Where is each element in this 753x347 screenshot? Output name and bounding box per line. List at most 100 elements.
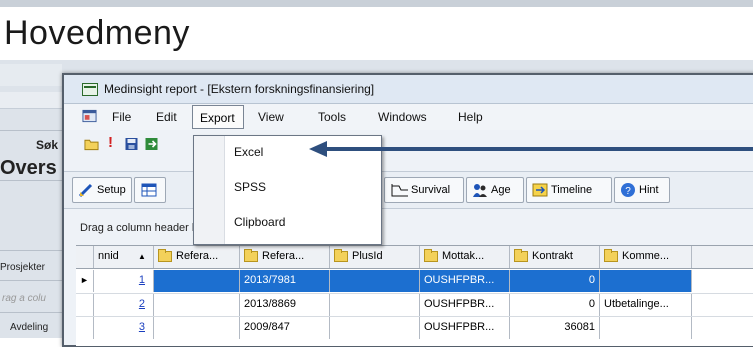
menu-file[interactable]: File [112,110,131,124]
folder-icon [424,249,438,262]
column-header-kontrakt[interactable]: Kontrakt [510,246,600,268]
cell-plusid[interactable] [330,317,420,339]
svg-text:?: ? [625,186,631,197]
cell-kontrakt[interactable]: 36081 [510,317,600,339]
cell-text: 2009/847 [244,321,290,333]
column-header-mottaker[interactable]: Mottak... [420,246,510,268]
menu-export[interactable]: Export [192,105,244,129]
export-icon[interactable] [144,137,159,151]
menu-item-excel[interactable]: Excel [234,145,263,159]
menu-tools[interactable]: Tools [318,110,346,124]
current-row-arrow-icon: ► [80,275,89,285]
column-header-label: Refera... [262,250,305,262]
cell-kommentar[interactable] [600,270,692,292]
column-header-label: Kontrakt [532,250,573,262]
cell-kommentar[interactable] [600,317,692,339]
cell-referanse-1[interactable] [154,294,240,316]
tab-survival-label: Survival [411,184,451,196]
run-icon[interactable]: ! [108,134,113,151]
column-header-kommentar[interactable]: Komme... [600,246,692,268]
sort-ascending-icon: ▲ [138,252,146,261]
cell-mottaker[interactable]: OUSHFPBR... [420,317,510,339]
save-icon[interactable] [124,137,139,151]
cell-nnid[interactable]: 1 [94,270,154,292]
tab-survival[interactable]: Survival [384,177,464,203]
oversikt-heading: Overs [0,157,57,179]
background-panel-strip [0,64,62,86]
cell-plusid[interactable] [330,270,420,292]
cell-mottaker[interactable]: OUSHFPBR... [420,270,510,292]
cell-kommentar[interactable]: Utbetalinge... [600,294,692,316]
cell-plusid[interactable] [330,294,420,316]
tab-hint[interactable]: ? Hint [614,177,670,203]
avdeling-column-header[interactable]: Avdeling [10,322,48,333]
app-icon [82,83,98,96]
grid-header-row: nnid ▲ Refera... Refera... PlusId Mottak… [76,246,753,269]
cell-text: 1 [138,274,145,286]
column-header-label: nnid [98,250,119,262]
age-icon [473,184,487,197]
tab-table[interactable] [134,177,166,203]
menu-item-spss[interactable]: SPSS [234,180,266,194]
menu-edit[interactable]: Edit [156,110,177,124]
table-row[interactable]: ► 1 2013/7981 OUSHFPBR... 0 [76,270,753,292]
column-header-nnid[interactable]: nnid ▲ [94,246,154,268]
tab-hint-label: Hint [639,184,659,196]
prosjekter-tab[interactable]: Prosjekter [0,262,45,273]
setup-icon [78,183,93,198]
cell-referanse-2[interactable]: 2013/8869 [240,294,330,316]
sok-label[interactable]: Søk [36,138,58,152]
cell-referanse-2[interactable]: 2013/7981 [240,270,330,292]
cell-referanse-2[interactable]: 2009/847 [240,317,330,339]
column-header-label: PlusId [352,250,383,262]
menu-help[interactable]: Help [458,110,483,124]
divider [0,250,62,251]
tab-age[interactable]: Age [466,177,524,203]
column-header-referanse-1[interactable]: Refera... [154,246,240,268]
cell-text: 36081 [564,321,595,333]
menu-windows[interactable]: Windows [378,110,427,124]
hint-icon: ? [621,183,635,197]
top-bar [0,0,753,7]
data-grid: nnid ▲ Refera... Refera... PlusId Mottak… [76,245,753,346]
cell-text: 2013/7981 [244,274,296,286]
cell-text: 2013/8869 [244,298,296,310]
cell-nnid[interactable]: 2 [94,294,154,316]
open-folder-icon[interactable] [84,137,99,151]
row-indicator [76,294,94,316]
column-header-label: Mottak... [442,250,485,262]
cell-text: Utbetalinge... [604,298,669,310]
row-indicator-header [76,246,94,268]
menu-view[interactable]: View [258,110,284,124]
tab-timeline[interactable]: Timeline [526,177,612,203]
cell-text: OUSHFPBR... [424,321,495,333]
divider [0,280,62,281]
cell-text: OUSHFPBR... [424,298,495,310]
folder-icon [334,249,348,262]
cell-nnid[interactable]: 3 [94,317,154,339]
cell-text: 2 [138,298,145,310]
cell-mottaker[interactable]: OUSHFPBR... [420,294,510,316]
column-header-plusid[interactable]: PlusId [330,246,420,268]
menu-item-clipboard[interactable]: Clipboard [234,215,285,229]
survival-icon [391,184,408,197]
cell-text: 3 [138,321,145,333]
cell-kontrakt[interactable]: 0 [510,294,600,316]
cell-text: 0 [588,274,595,286]
column-header-label: Refera... [176,250,219,262]
cell-text: OUSHFPBR... [424,274,495,286]
row-indicator [76,317,94,339]
tab-setup[interactable]: Setup [72,177,132,203]
background-panel-strip [0,92,62,109]
table-row[interactable]: 3 2009/847 OUSHFPBR... 36081 [76,316,753,339]
cell-referanse-1[interactable] [154,270,240,292]
table-row[interactable]: 2 2013/8869 OUSHFPBR... 0 Utbetalinge... [76,293,753,316]
folder-icon [514,249,528,262]
divider [0,312,62,313]
child-window-icon[interactable] [82,109,97,123]
window-titlebar[interactable]: Medinsight report - [Ekstern forskningsf… [64,75,753,104]
cell-referanse-1[interactable] [154,317,240,339]
folder-icon [604,249,618,262]
column-header-referanse-2[interactable]: Refera... [240,246,330,268]
cell-kontrakt[interactable]: 0 [510,270,600,292]
